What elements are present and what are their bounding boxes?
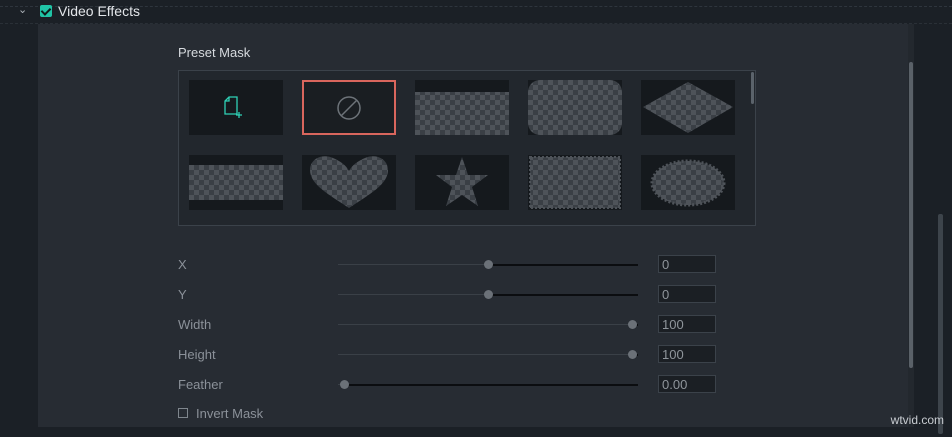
panel-scrollbar-thumb[interactable] bbox=[909, 62, 913, 368]
burst-mask-shape bbox=[650, 159, 726, 207]
mask-tile-heart[interactable] bbox=[302, 155, 396, 210]
add-file-icon bbox=[224, 96, 242, 118]
invert-mask-label: Invert Mask bbox=[196, 406, 264, 421]
feather-slider-handle[interactable] bbox=[340, 380, 349, 389]
grid-scrollbar[interactable] bbox=[751, 72, 754, 104]
window-scrollbar[interactable] bbox=[938, 214, 943, 434]
letterbox-mask-shape bbox=[189, 165, 283, 200]
param-label-feather: Feather bbox=[178, 377, 223, 392]
no-symbol-icon bbox=[337, 96, 361, 120]
diamond-mask-shape bbox=[643, 82, 733, 133]
watermark: wtvid.com bbox=[890, 413, 944, 427]
mask-tile-custom[interactable] bbox=[189, 80, 283, 135]
height-slider-track[interactable] bbox=[338, 354, 638, 355]
param-label-height: Height bbox=[178, 347, 216, 362]
mask-tile-burst[interactable] bbox=[641, 155, 735, 210]
x-value-input[interactable]: 0 bbox=[658, 255, 716, 273]
preset-mask-label: Preset Mask bbox=[178, 45, 251, 60]
y-value-input[interactable]: 0 bbox=[658, 285, 716, 303]
feather-value-input[interactable]: 0.00 bbox=[658, 375, 716, 393]
mask-tile-rectangle[interactable] bbox=[415, 80, 509, 135]
stamp-mask-shape bbox=[529, 156, 621, 209]
section-title: Video Effects bbox=[58, 3, 140, 19]
y-slider-handle[interactable] bbox=[484, 290, 493, 299]
width-value-input[interactable]: 100 bbox=[658, 315, 716, 333]
star-mask-shape bbox=[436, 157, 488, 206]
width-slider-handle[interactable] bbox=[628, 320, 637, 329]
mask-tile-none[interactable] bbox=[302, 80, 396, 135]
param-label-width: Width bbox=[178, 317, 212, 332]
mask-tile-letterbox[interactable] bbox=[189, 155, 283, 210]
mask-tile-diamond[interactable] bbox=[641, 80, 735, 135]
x-slider-handle[interactable] bbox=[484, 260, 493, 269]
video-effects-checkbox[interactable] bbox=[40, 5, 52, 17]
heart-mask-shape bbox=[310, 156, 388, 208]
param-label-x: X bbox=[178, 257, 187, 272]
feather-slider-fill bbox=[344, 384, 638, 386]
rounded-rectangle-mask-shape bbox=[528, 80, 622, 135]
mask-tile-stamp[interactable] bbox=[528, 155, 622, 210]
height-value-input[interactable]: 100 bbox=[658, 345, 716, 363]
y-slider-fill bbox=[488, 294, 638, 296]
width-slider-track[interactable] bbox=[338, 324, 638, 325]
invert-mask-checkbox[interactable] bbox=[178, 408, 188, 418]
mask-tile-star[interactable] bbox=[415, 155, 509, 210]
rectangle-mask-shape bbox=[415, 92, 509, 135]
chevron-down-icon[interactable]: ⌄ bbox=[18, 4, 30, 16]
height-slider-handle[interactable] bbox=[628, 350, 637, 359]
param-label-y: Y bbox=[178, 287, 187, 302]
header-divider bbox=[0, 6, 952, 7]
mask-tile-rounded-rectangle[interactable] bbox=[528, 80, 622, 135]
x-slider-fill bbox=[488, 264, 638, 266]
